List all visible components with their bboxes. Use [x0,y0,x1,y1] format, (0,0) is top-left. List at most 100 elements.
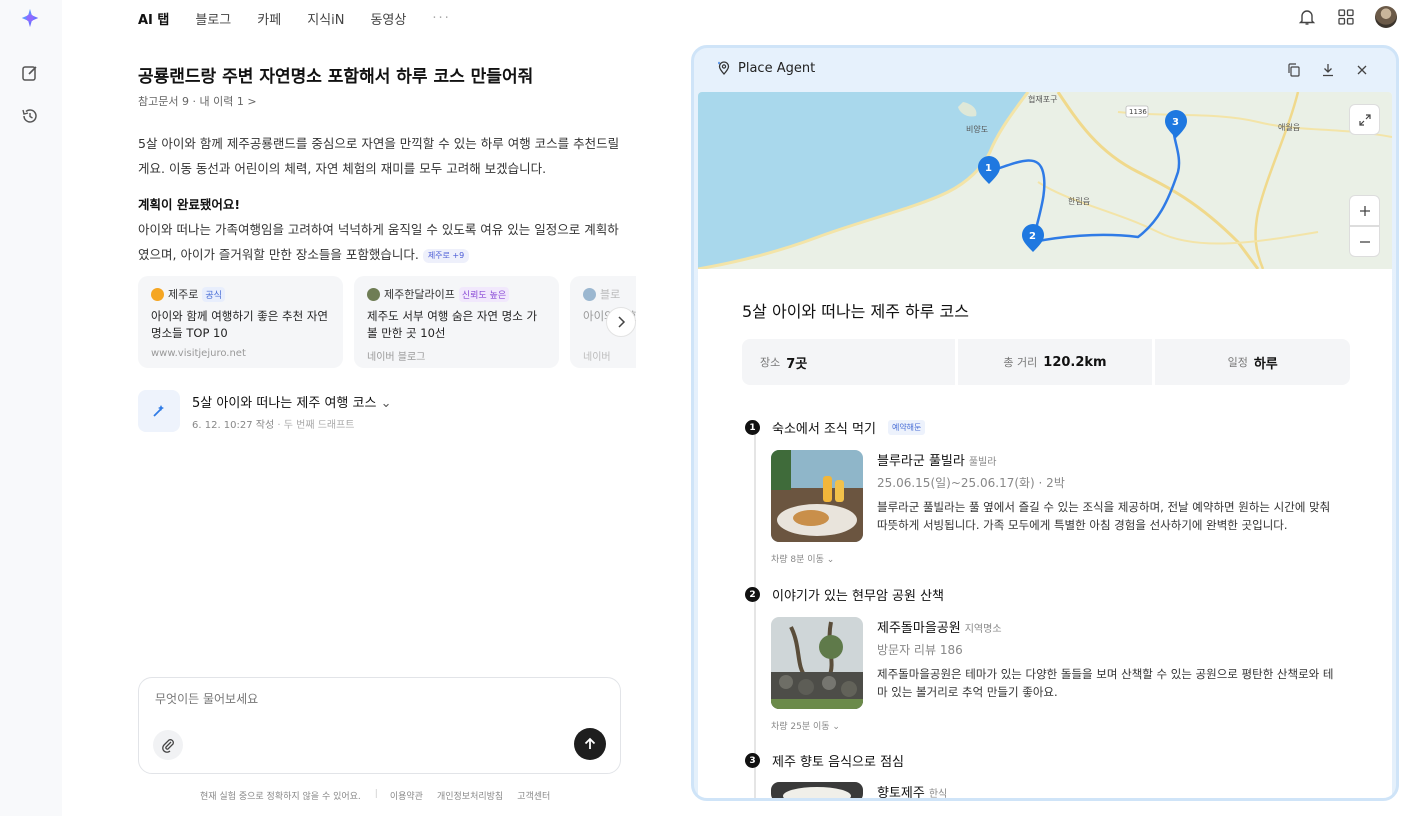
composer [138,677,621,774]
chat-input[interactable] [155,692,595,706]
card-site: 네이버 블로그 [367,352,426,363]
draft-item[interactable]: 5살 아이와 떠나는 제주 여행 코스 ⌄ 6. 12. 10:27 작성 · … [138,390,391,432]
close-icon[interactable] [1354,62,1370,78]
map-pin-number: 3 [1172,117,1179,128]
terms-link[interactable]: 이용약관 [390,789,423,802]
more-tabs-button[interactable]: ··· [432,11,450,26]
travel-time-1[interactable]: 차량 8분 이동 ⌄ [771,552,834,565]
place-category: 한식 [928,789,948,800]
privacy-link[interactable]: 개인정보처리방침 [437,789,503,802]
panel-header: Place Agent [716,60,815,76]
panel-actions [1286,62,1370,78]
support-link[interactable]: 고객센터 [517,789,550,802]
course-title: 5살 아이와 떠나는 제주 하루 코스 [742,302,969,321]
panel-title: Place Agent [738,60,816,76]
app-logo-icon[interactable] [19,7,41,29]
source-chip[interactable]: 제주로 +9 [422,248,470,263]
plan-description-text: 아이와 떠나는 가족여행임을 고려하여 넉넉하게 움직일 수 있도록 여유 있는… [138,222,619,262]
place-info: 블루라군 풀빌라 풀빌라 25.06.15(일)~25.06.17(화) · 2박… [877,450,1337,534]
step-1-header: 1 숙소에서 조식 먹기 예약해둔 [745,418,926,437]
place-agent-panel: Place Agent 협재포구 비양도 한림읍 애월읍 1136 1 2 3 … [691,45,1399,801]
apps-grid-icon[interactable] [1336,7,1356,27]
stat-value: 120.2km [1043,354,1107,370]
course-stats: 장소 7곳 총 거리 120.2km 일정 하루 [742,339,1351,385]
panel-body: 협재포구 비양도 한림읍 애월읍 1136 1 2 3 5살 아이와 떠나는 제… [698,92,1392,798]
jejuro-logo-icon [151,287,164,301]
expand-map-button[interactable] [1349,104,1380,135]
tab-ai[interactable]: AI 탭 [138,9,169,28]
place-description: 블루라군 풀빌라는 풀 옆에서 즐길 수 있는 조식을 제공하며, 전날 예약하… [877,500,1331,532]
card-tag: 공식 [202,286,225,302]
place-name[interactable]: 제주돌마을공원 [877,621,961,636]
download-icon[interactable] [1320,62,1336,78]
place-card-3[interactable]: 향토제주 한식 [771,782,1331,798]
draft-date: 6. 12. 10:27 작성 [192,420,275,431]
stat-label: 일정 [1227,356,1248,369]
location-pin-icon [718,61,730,75]
attach-button[interactable] [153,730,183,760]
step-number: 3 [745,753,760,768]
minus-icon [1359,240,1370,243]
card-site: www.visitjejuro.net [151,348,246,359]
footer-notice: 현재 실험 중으로 정확하지 않을 수 있어요. [200,792,361,802]
place-category: 풀빌라 [968,457,997,468]
stat-label: 장소 [760,356,781,369]
map-pin-number: 2 [1029,231,1036,242]
step-number: 1 [745,420,760,435]
footer: 현재 실험 중으로 정확하지 않을 수 있어요. | 이용약관 개인정보처리방침… [200,789,564,802]
source-card[interactable]: 제주한달라이프 신뢰도 높은 제주도 서부 여행 숨은 자연 명소 가볼 만한 … [354,276,559,368]
stat-value: 7곳 [786,356,808,372]
source-cards: 제주로 공식 아이와 함께 여행하기 좋은 추천 자연명소들 TOP 10 ww… [138,276,636,368]
map-pin-number: 1 [985,163,992,174]
question-title: 공룡랜드랑 주변 자연명소 포함해서 하루 코스 만들어줘 [138,67,534,87]
card-title: 아이와 함께 여행하기 좋은 추천 자연명소들 TOP 10 [151,309,328,340]
tab-video[interactable]: 동영상 [370,9,406,28]
new-chat-icon[interactable] [20,63,40,83]
draft-title: 5살 아이와 떠나는 제주 여행 코스 [192,396,377,411]
place-name[interactable]: 블루라군 풀빌라 [877,454,965,469]
place-meta: 방문자 리뷰 186 [877,643,963,657]
top-right-actions [1297,6,1397,28]
chevron-down-icon[interactable]: ⌄ [381,396,392,411]
draft-icon [138,390,180,432]
plan-description: 아이와 떠나는 가족여행임을 고려하여 넉넉하게 움직일 수 있도록 여유 있는… [138,217,623,267]
paperclip-icon [162,739,174,753]
stat-schedule: 일정 하루 [1155,339,1351,385]
map-label-island: 비양도 [966,125,988,134]
step-2-header: 2 이야기가 있는 현무암 공원 산책 [745,585,944,604]
card-source: 블로 [600,288,621,301]
travel-time-2[interactable]: 차량 25분 이동 ⌄ [771,719,840,732]
place-card-1[interactable]: 블루라군 풀빌라 풀빌라 25.06.15(일)~25.06.17(화) · 2박… [771,450,1331,545]
bell-icon[interactable] [1297,7,1317,27]
avatar[interactable] [1375,6,1397,28]
top-nav: AI 탭 블로그 카페 지식iN 동영상 ··· [138,8,477,28]
place-card-2[interactable]: 제주돌마을공원 지역명소 방문자 리뷰 186 제주돌마을공원은 테마가 있는 다… [771,617,1333,712]
cards-next-button[interactable] [606,307,636,337]
zoom-out-button[interactable] [1349,226,1380,257]
send-button[interactable] [574,728,606,760]
tab-cafe[interactable]: 카페 [257,9,281,28]
arrow-up-icon [584,737,596,749]
blog-avatar-icon [583,287,596,301]
place-name[interactable]: 향토제주 [877,786,925,798]
zoom-in-button[interactable] [1349,195,1380,226]
history-icon[interactable] [20,106,40,126]
route-map[interactable]: 협재포구 비양도 한림읍 애월읍 1136 1 2 3 [698,92,1392,269]
plus-icon [1359,205,1370,216]
tab-blog[interactable]: 블로그 [195,9,231,28]
chevron-right-icon [618,316,626,328]
step-title: 제주 향토 음식으로 점심 [772,755,904,770]
stat-value: 하루 [1253,356,1278,372]
card-source: 제주로 [168,288,199,301]
tab-kin[interactable]: 지식iN [307,9,344,28]
place-photo [771,782,863,798]
stat-label: 총 거리 [1003,356,1038,369]
step-3-header: 3 제주 향토 음식으로 점심 [745,751,904,770]
map-label-town: 한림읍 [1068,196,1090,206]
copy-icon[interactable] [1286,62,1302,78]
step-badge: 예약해둔 [887,420,926,435]
stat-distance: 총 거리 120.2km [957,339,1153,385]
place-info: 향토제주 한식 [877,782,1337,800]
source-card[interactable]: 제주로 공식 아이와 함께 여행하기 좋은 추천 자연명소들 TOP 10 ww… [138,276,343,368]
references-link[interactable]: 참고문서 9 · 내 이력 1 > [138,93,257,109]
